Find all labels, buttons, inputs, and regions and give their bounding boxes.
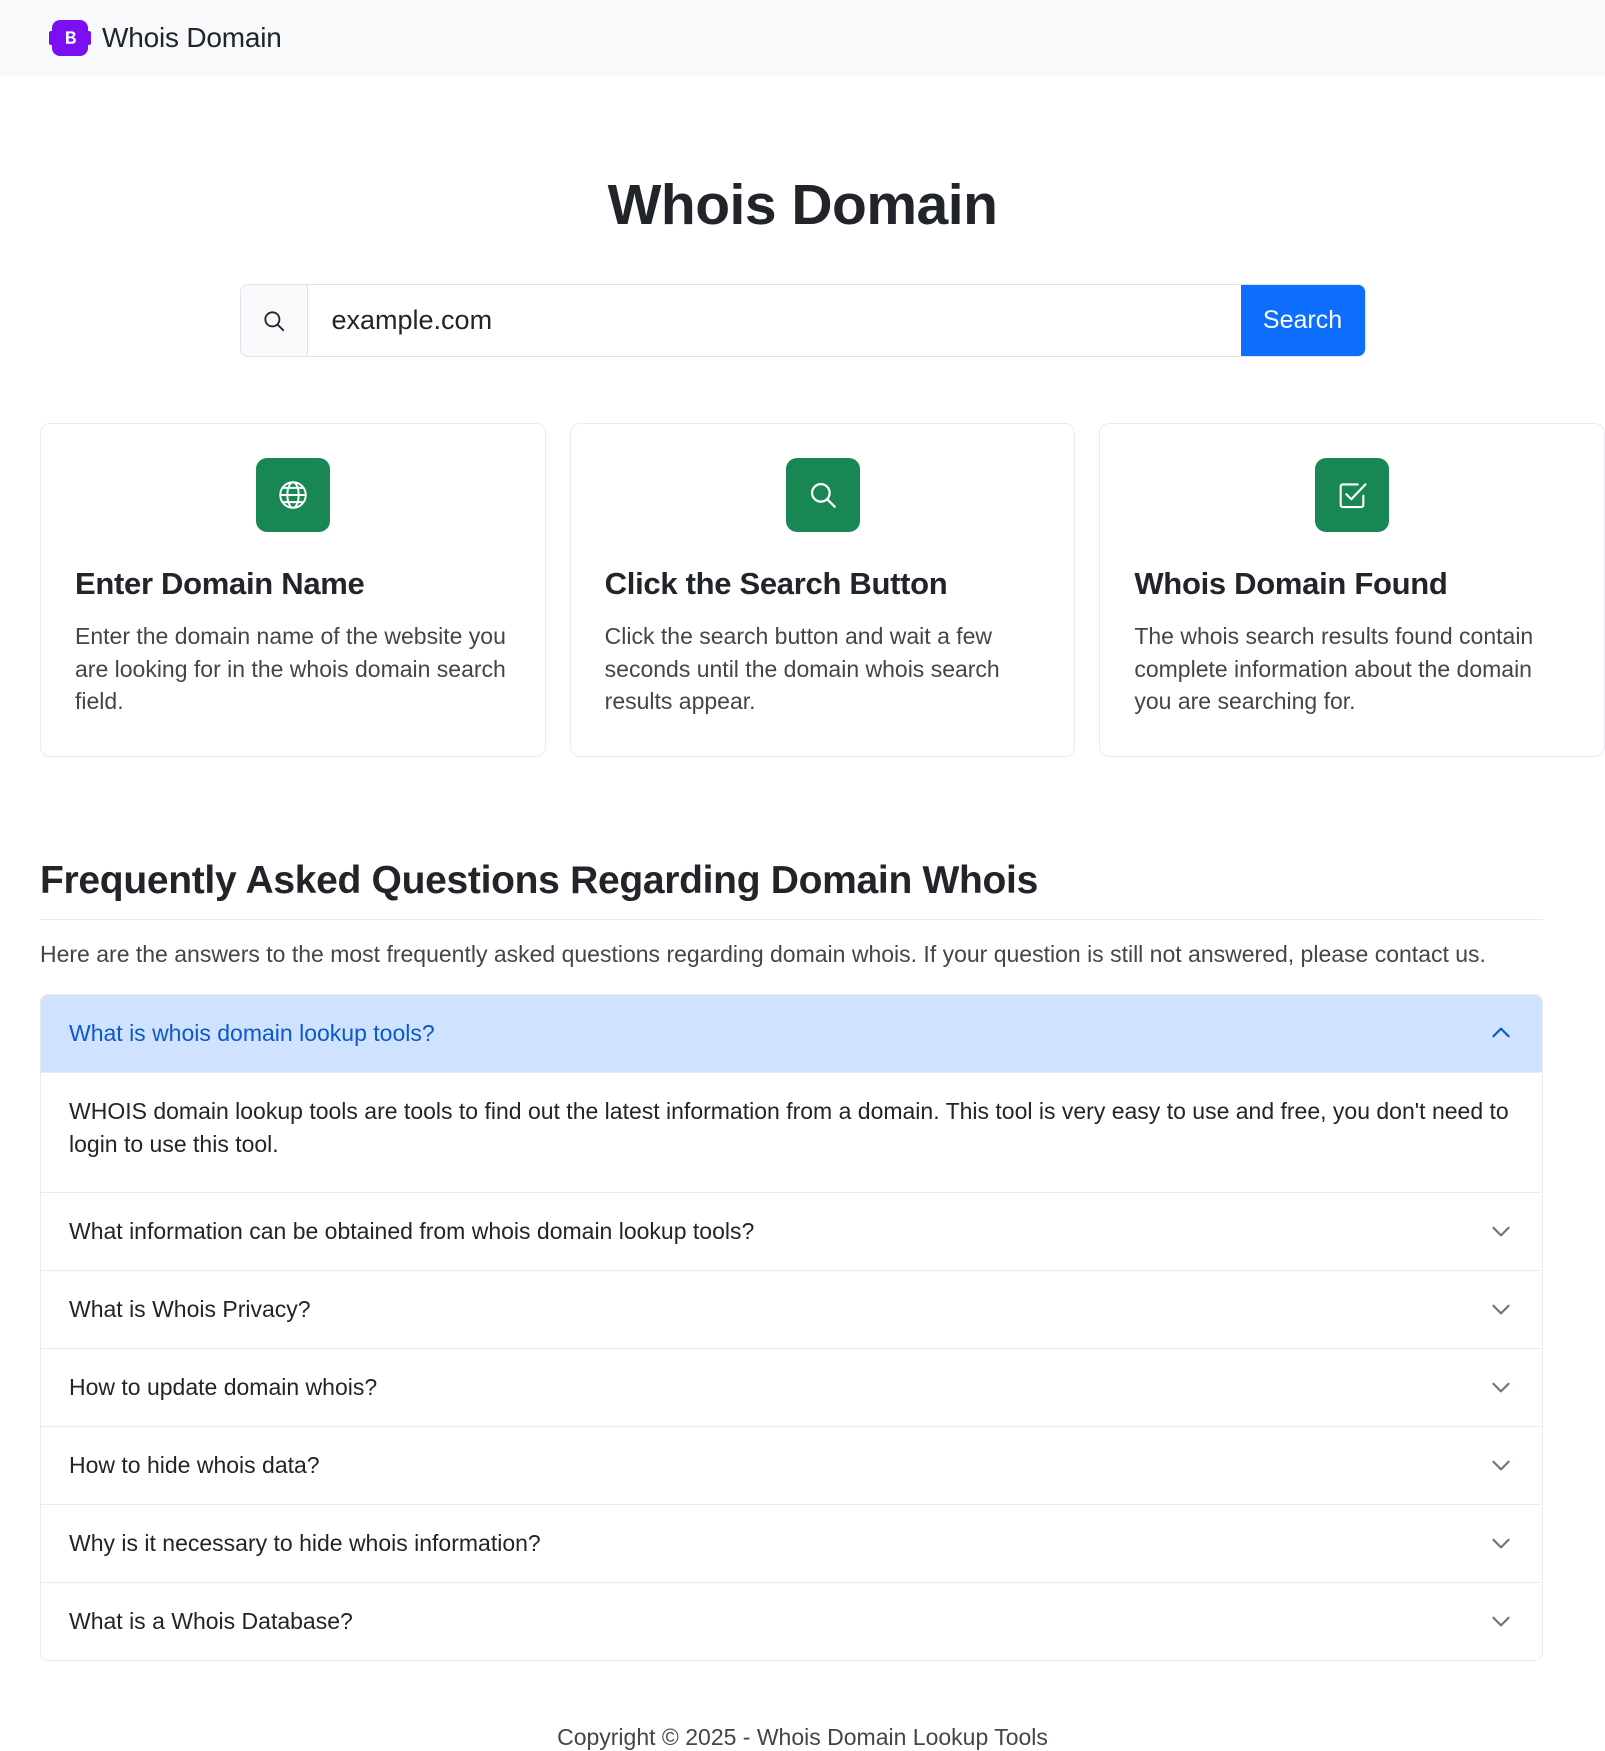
faq-accordion: What is whois domain lookup tools? WHOIS… <box>40 993 1543 1661</box>
search-button[interactable]: Search <box>1240 285 1365 356</box>
faq-divider <box>40 918 1543 920</box>
faq-question: What information can be obtained from wh… <box>69 1217 755 1244</box>
card-title: Whois Domain Found <box>1134 566 1448 601</box>
brand-link[interactable]: Whois Domain <box>49 20 282 56</box>
feature-cards-row: Enter Domain Name Enter the domain name … <box>40 423 1605 757</box>
card-text: Click the search button and wait a few s… <box>604 623 1000 715</box>
faq-question: How to update domain whois? <box>69 1373 378 1400</box>
card-text: The whois search results found contain c… <box>1134 623 1534 715</box>
search-input[interactable] <box>307 285 1241 356</box>
faq-header-3[interactable]: How to update domain whois? <box>41 1348 1542 1426</box>
globe-icon <box>255 458 330 532</box>
faq-question: How to hide whois data? <box>69 1451 320 1478</box>
faq-header-1[interactable]: What information can be obtained from wh… <box>41 1192 1542 1270</box>
chevron-down-icon[interactable] <box>1488 1374 1514 1400</box>
faq-header-0[interactable]: What is whois domain lookup tools? <box>41 994 1542 1072</box>
chevron-down-icon[interactable] <box>1488 1530 1514 1556</box>
faq-header-4[interactable]: How to hide whois data? <box>41 1426 1542 1504</box>
faq-question: What is a Whois Database? <box>69 1607 353 1634</box>
faq-item: What information can be obtained from wh… <box>41 1191 1542 1270</box>
faq-item: What is whois domain lookup tools? WHOIS… <box>41 994 1542 1192</box>
chevron-up-icon[interactable] <box>1488 1020 1514 1046</box>
bootstrap-logo-icon <box>49 20 91 56</box>
faq-header-5[interactable]: Why is it necessary to hide whois inform… <box>41 1504 1542 1582</box>
faq-question: What is whois domain lookup tools? <box>69 1019 435 1046</box>
faq-header-2[interactable]: What is Whois Privacy? <box>41 1270 1542 1348</box>
faq-answer: WHOIS domain lookup tools are tools to f… <box>69 1097 1509 1158</box>
page-title: Whois Domain <box>607 173 998 237</box>
feature-card-click-search: Click the Search Button Click the search… <box>569 423 1076 757</box>
card-text: Enter the domain name of the website you… <box>75 623 506 715</box>
search-section: Search <box>0 285 1605 356</box>
footer: Copyright © 2025 - Whois Domain Lookup T… <box>0 1724 1605 1751</box>
faq-question: What is Whois Privacy? <box>69 1295 311 1322</box>
chevron-down-icon[interactable] <box>1488 1296 1514 1322</box>
faq-item: How to hide whois data? <box>41 1425 1542 1504</box>
faq-item: What is Whois Privacy? <box>41 1269 1542 1348</box>
feature-card-domain-found: Whois Domain Found The whois search resu… <box>1099 423 1605 757</box>
search-input-group: Search <box>240 285 1365 356</box>
navbar: Whois Domain <box>0 0 1605 76</box>
chevron-down-icon[interactable] <box>1488 1218 1514 1244</box>
check-square-icon <box>1315 458 1390 532</box>
footer-copyright: Copyright © 2025 - Whois Domain Lookup T… <box>557 1723 1048 1750</box>
faq-item: How to update domain whois? <box>41 1347 1542 1426</box>
faq-item: Why is it necessary to hide whois inform… <box>41 1503 1542 1582</box>
faq-question: Why is it necessary to hide whois inform… <box>69 1529 541 1556</box>
chevron-down-icon[interactable] <box>1488 1608 1514 1634</box>
faq-subtitle: Here are the answers to the most frequen… <box>40 940 1486 967</box>
chevron-down-icon[interactable] <box>1488 1452 1514 1478</box>
feature-card-enter-domain: Enter Domain Name Enter the domain name … <box>40 423 546 757</box>
brand-label: Whois Domain <box>102 22 282 53</box>
card-title: Click the Search Button <box>604 566 948 601</box>
search-icon <box>240 285 308 356</box>
faq-header-6[interactable]: What is a Whois Database? <box>41 1582 1542 1660</box>
faq-answer-panel-0: WHOIS domain lookup tools are tools to f… <box>41 1071 1542 1192</box>
search-icon <box>785 458 860 532</box>
faq-heading: Frequently Asked Questions Regarding Dom… <box>40 858 1038 902</box>
faq-item: What is a Whois Database? <box>41 1581 1542 1660</box>
card-title: Enter Domain Name <box>75 566 365 601</box>
faq-section: Frequently Asked Questions Regarding Dom… <box>40 859 1543 1661</box>
